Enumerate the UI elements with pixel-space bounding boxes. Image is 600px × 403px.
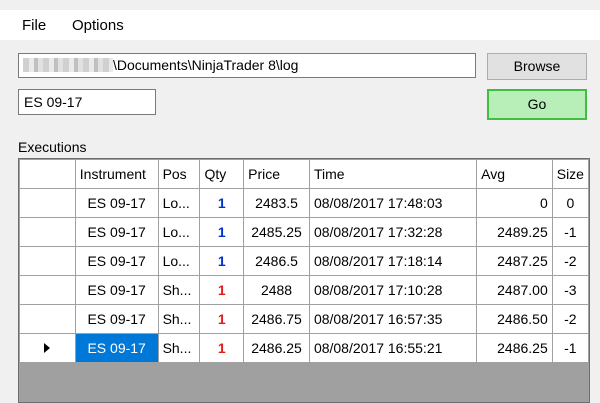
cell-qty[interactable]: 1 xyxy=(199,217,245,247)
executions-table: Instrument Pos Qty Price Time Avg Size E… xyxy=(19,159,589,363)
cell-price[interactable]: 2486.75 xyxy=(243,304,310,334)
col-header-size[interactable]: Size xyxy=(551,159,589,189)
table-row[interactable]: ES 09-17 Sh... 1 2488 08/08/2017 17:10:28 248… xyxy=(19,275,589,305)
cell-pos[interactable]: Sh... xyxy=(157,275,201,305)
cell-time[interactable]: 08/08/2017 17:18:14 xyxy=(308,246,478,276)
cell-pos[interactable]: Sh... xyxy=(157,333,201,363)
executions-grid[interactable]: Instrument Pos Qty Price Time Avg Size E… xyxy=(18,158,590,403)
header-row: Instrument Pos Qty Price Time Avg Size xyxy=(19,159,589,189)
row-header[interactable] xyxy=(19,246,76,276)
row-header[interactable] xyxy=(19,304,76,334)
cell-avg[interactable]: 2487.25 xyxy=(476,246,553,276)
row-header[interactable] xyxy=(19,188,76,218)
cell-pos[interactable]: Sh... xyxy=(157,304,201,334)
cell-qty[interactable]: 1 xyxy=(199,333,245,363)
cell-size[interactable]: -1 xyxy=(551,217,589,247)
col-header-time[interactable]: Time xyxy=(308,159,478,189)
table-row[interactable]: ES 09-17 Lo... 1 2485.25 08/08/2017 17:32:28… xyxy=(19,217,589,247)
cell-price[interactable]: 2485.25 xyxy=(243,217,310,247)
cell-qty[interactable]: 1 xyxy=(199,246,245,276)
cell-time[interactable]: 08/08/2017 17:10:28 xyxy=(308,275,478,305)
log-path-input[interactable]: \Documents\NinjaTrader 8\log xyxy=(18,53,476,78)
cell-instrument[interactable]: ES 09-17 xyxy=(74,188,159,218)
cell-instrument[interactable]: ES 09-17 xyxy=(74,304,159,334)
go-button[interactable]: Go xyxy=(487,89,587,120)
cell-size[interactable]: -2 xyxy=(551,246,589,276)
table-row[interactable]: ES 09-17 Sh... 1 2486.25 08/08/2017 16:55:21… xyxy=(19,333,589,363)
cell-pos[interactable]: Lo... xyxy=(157,217,201,247)
cell-size[interactable]: -3 xyxy=(551,275,589,305)
executions-label: Executions xyxy=(18,139,87,155)
cell-instrument[interactable]: ES 09-17 xyxy=(74,246,159,276)
row-header[interactable] xyxy=(19,333,76,363)
redacted-username xyxy=(23,58,113,72)
cell-qty[interactable]: 1 xyxy=(199,275,245,305)
cell-instrument[interactable]: ES 09-17 xyxy=(74,333,159,363)
cell-avg[interactable]: 0 xyxy=(476,188,553,218)
cell-price[interactable]: 2486.25 xyxy=(243,333,310,363)
cell-avg[interactable]: 2486.50 xyxy=(476,304,553,334)
col-header-qty[interactable]: Qty xyxy=(199,159,245,189)
cell-instrument[interactable]: ES 09-17 xyxy=(74,217,159,247)
cell-price[interactable]: 2488 xyxy=(243,275,310,305)
cell-qty[interactable]: 1 xyxy=(199,188,245,218)
col-header-avg[interactable]: Avg xyxy=(476,159,553,189)
current-row-arrow-icon xyxy=(44,343,51,353)
table-row[interactable]: ES 09-17 Lo... 1 2486.5 08/08/2017 17:18:14 2… xyxy=(19,246,589,276)
row-header[interactable] xyxy=(19,217,76,247)
col-header-price[interactable]: Price xyxy=(243,159,310,189)
cell-time[interactable]: 08/08/2017 17:48:03 xyxy=(308,188,478,218)
cell-instrument[interactable]: ES 09-17 xyxy=(74,275,159,305)
cell-qty[interactable]: 1 xyxy=(199,304,245,334)
table-row[interactable]: ES 09-17 Sh... 1 2486.75 08/08/2017 16:57:35… xyxy=(19,304,589,334)
cell-avg[interactable]: 2486.25 xyxy=(476,333,553,363)
menu-options[interactable]: Options xyxy=(72,17,124,34)
cell-pos[interactable]: Lo... xyxy=(157,188,201,218)
cell-price[interactable]: 2483.5 xyxy=(243,188,310,218)
browse-button[interactable]: Browse xyxy=(487,53,587,80)
instrument-input[interactable]: ES 09-17 xyxy=(18,89,156,115)
cell-time[interactable]: 08/08/2017 16:55:21 xyxy=(308,333,478,363)
log-path-text: \Documents\NinjaTrader 8\log xyxy=(113,57,299,73)
cell-avg[interactable]: 2487.00 xyxy=(476,275,553,305)
cell-size[interactable]: 0 xyxy=(551,188,589,218)
cell-size[interactable]: -2 xyxy=(551,304,589,334)
col-header-instrument[interactable]: Instrument xyxy=(74,159,159,189)
table-row[interactable]: ES 09-17 Lo... 1 2483.5 08/08/2017 17:48:03 0… xyxy=(19,188,589,218)
cell-time[interactable]: 08/08/2017 17:32:28 xyxy=(308,217,478,247)
cell-avg[interactable]: 2489.25 xyxy=(476,217,553,247)
cell-time[interactable]: 08/08/2017 16:57:35 xyxy=(308,304,478,334)
menu-file[interactable]: File xyxy=(22,17,46,34)
menu-bar: File Options xyxy=(0,10,600,40)
row-header[interactable] xyxy=(19,275,76,305)
row-header-corner xyxy=(19,159,76,189)
col-header-pos[interactable]: Pos xyxy=(157,159,201,189)
cell-price[interactable]: 2486.5 xyxy=(243,246,310,276)
cell-size[interactable]: -1 xyxy=(551,333,589,363)
cell-pos[interactable]: Lo... xyxy=(157,246,201,276)
